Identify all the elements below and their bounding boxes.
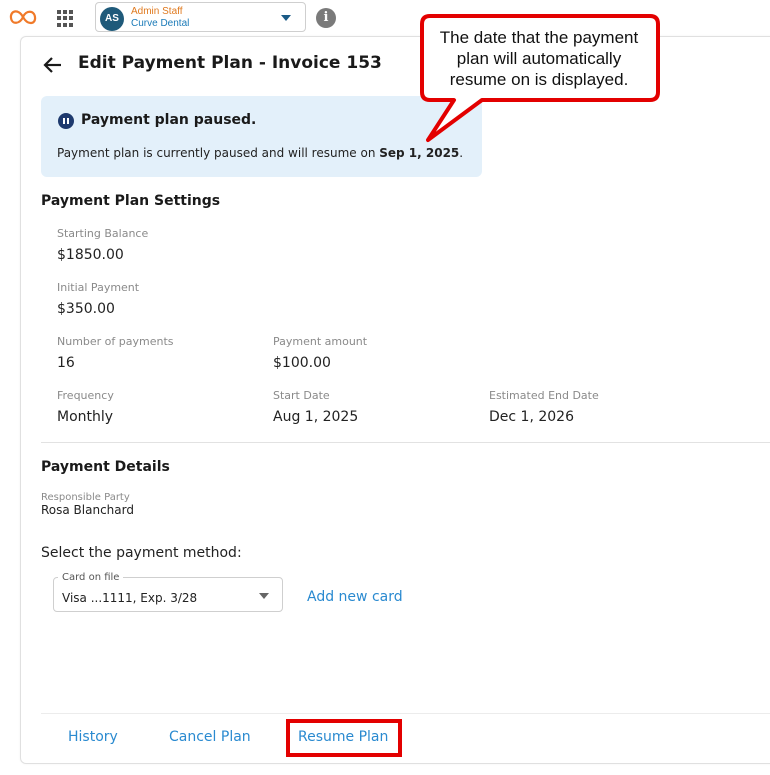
payment-method-label: Select the payment method: [41, 545, 242, 561]
curve-logo-icon[interactable] [8, 5, 38, 29]
chevron-down-icon [281, 15, 291, 21]
banner-title: Payment plan paused. [81, 112, 257, 128]
card-on-file-value: Visa ...1111, Exp. 3/28 [62, 591, 198, 605]
page-title: Edit Payment Plan - Invoice 153 [78, 53, 382, 73]
annotation-text: The date that the payment plan will auto… [439, 28, 639, 89]
banner-text: Payment plan is currently paused and wil… [57, 146, 463, 160]
add-new-card-link[interactable]: Add new card [307, 589, 403, 605]
end-date-value: Dec 1, 2026 [489, 409, 574, 425]
chevron-down-icon[interactable] [259, 593, 269, 599]
number-of-payments-label: Number of payments [57, 335, 174, 348]
starting-balance-label: Starting Balance [57, 227, 149, 240]
responsible-party-label: Responsible Party [41, 492, 130, 503]
payment-amount-label: Payment amount [273, 335, 368, 348]
section-divider [41, 442, 770, 443]
pause-icon [58, 113, 74, 129]
history-button[interactable]: History [68, 729, 118, 745]
account-org: Curve Dental [131, 18, 190, 29]
account-name: Admin Staff [131, 6, 183, 17]
frequency-label: Frequency [57, 389, 114, 402]
cancel-plan-button[interactable]: Cancel Plan [169, 729, 251, 745]
back-arrow-icon[interactable] [42, 55, 64, 75]
initial-payment-label: Initial Payment [57, 281, 140, 294]
banner-text-prefix: Payment plan is currently paused and wil… [57, 146, 380, 160]
responsible-party-value: Rosa Blanchard [41, 503, 134, 517]
payment-amount-value: $100.00 [273, 355, 331, 371]
info-icon[interactable]: i [316, 8, 336, 28]
end-date-label: Estimated End Date [489, 389, 599, 402]
resume-plan-button[interactable]: Resume Plan [298, 729, 388, 745]
initial-payment-value: $350.00 [57, 301, 115, 317]
footer-divider [41, 713, 770, 714]
start-date-value: Aug 1, 2025 [273, 409, 359, 425]
details-heading: Payment Details [41, 459, 170, 475]
starting-balance-value: $1850.00 [57, 247, 124, 263]
card-on-file-label: Card on file [58, 572, 124, 583]
number-of-payments-value: 16 [57, 355, 75, 371]
paused-banner [41, 96, 482, 177]
apps-grid-icon[interactable] [57, 10, 74, 27]
settings-heading: Payment Plan Settings [41, 193, 221, 209]
frequency-value: Monthly [57, 409, 114, 425]
avatar: AS [100, 7, 124, 31]
account-switcher[interactable]: AS Admin Staff Curve Dental [95, 2, 306, 32]
resume-date: Sep 1, 2025 [379, 146, 460, 160]
start-date-label: Start Date [273, 389, 330, 402]
banner-text-suffix: . [459, 146, 464, 160]
